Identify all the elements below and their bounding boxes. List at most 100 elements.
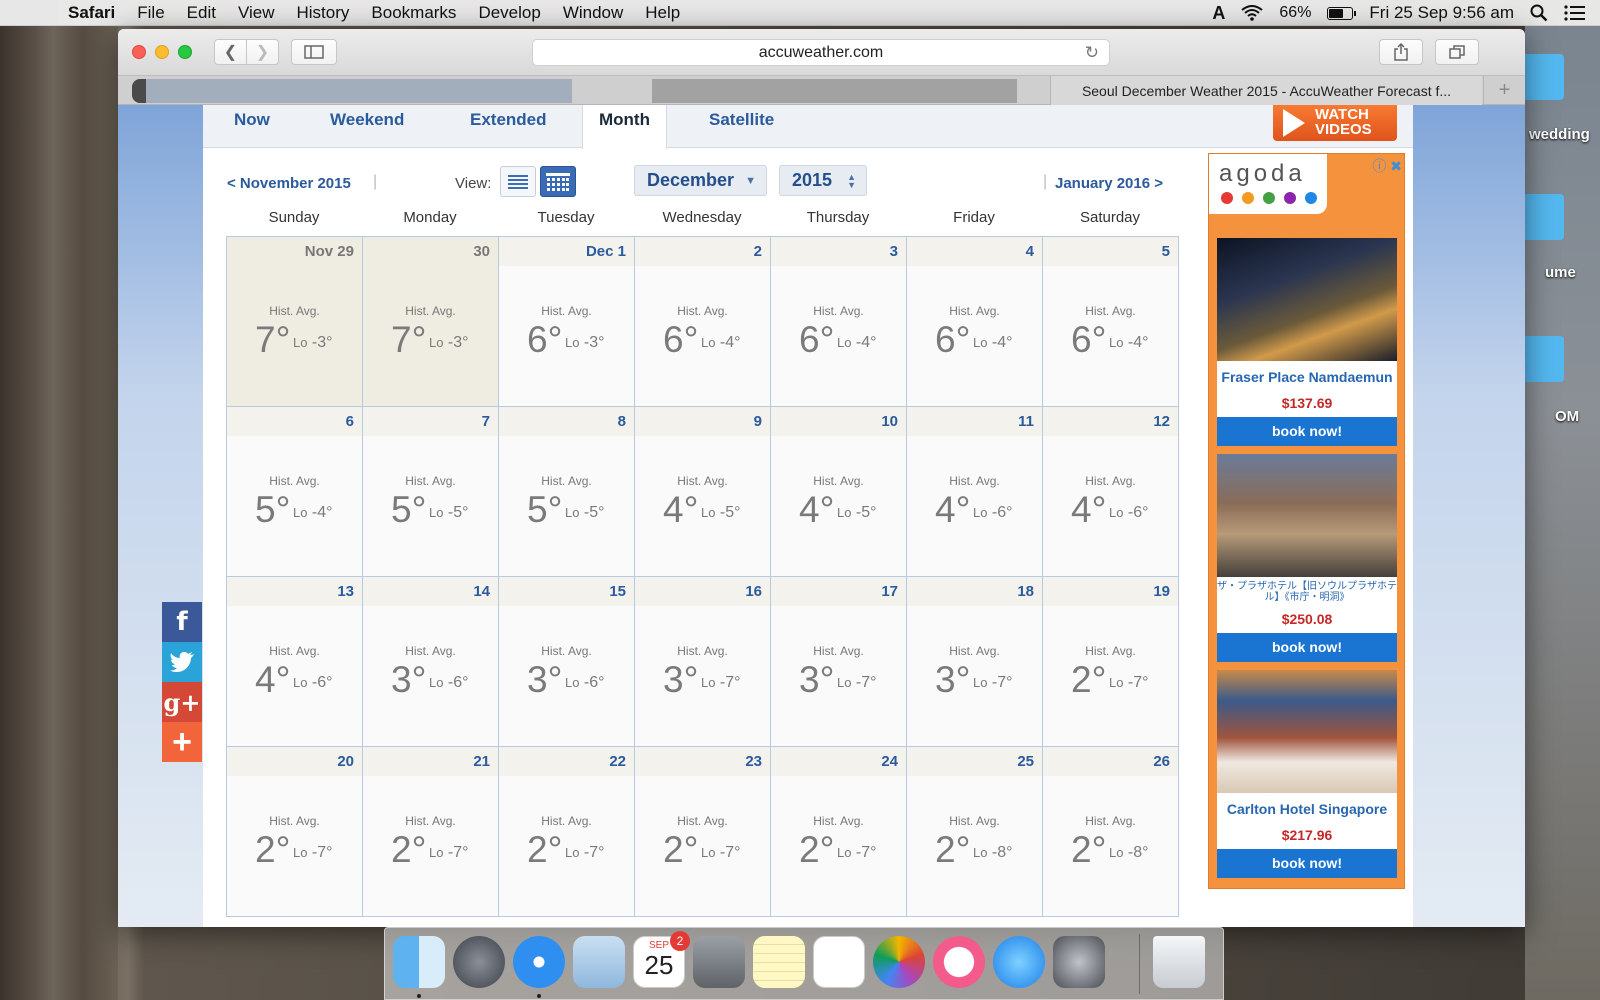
tab-overview-button[interactable] (1435, 39, 1479, 65)
close-window-button[interactable] (132, 45, 146, 59)
calendar-day-cell[interactable]: 25 Hist. Avg. 2° Lo -8° (907, 747, 1043, 917)
more-share-button[interactable]: + (162, 722, 202, 762)
calendar-day-cell[interactable]: 5 Hist. Avg. 6° Lo -4° (1043, 237, 1179, 407)
launchpad-icon[interactable] (453, 936, 505, 988)
forward-button[interactable]: ❯ (246, 39, 279, 65)
tab-extended[interactable]: Extended (470, 105, 547, 148)
battery-percent[interactable]: 66% (1279, 4, 1311, 22)
menu-window[interactable]: Window (563, 3, 623, 23)
calendar-day-cell[interactable]: 12 Hist. Avg. 4° Lo -6° (1043, 407, 1179, 577)
calendar-day-cell[interactable]: Nov 29 Hist. Avg. 7° Lo -3° (227, 237, 363, 407)
calendar-day-cell[interactable]: 22 Hist. Avg. 2° Lo -7° (499, 747, 635, 917)
calendar-day-cell[interactable]: Dec 1 Hist. Avg. 6° Lo -3° (499, 237, 635, 407)
battery-icon[interactable] (1327, 6, 1357, 20)
hotel-name[interactable]: Fraser Place Namdaemun (1217, 361, 1397, 393)
calendar-view-button[interactable] (540, 166, 576, 197)
google-plus-share-button[interactable]: g+ (162, 682, 202, 722)
notification-center-icon[interactable] (1564, 5, 1586, 21)
address-bar[interactable]: accuweather.com ↻ (532, 39, 1110, 66)
month-select[interactable]: December ▼ (634, 165, 767, 196)
menu-develop[interactable]: Develop (478, 3, 540, 23)
menu-bookmarks[interactable]: Bookmarks (371, 3, 456, 23)
menu-help[interactable]: Help (645, 3, 680, 23)
calendar-day-cell[interactable]: 9 Hist. Avg. 4° Lo -5° (635, 407, 771, 577)
hotel-image[interactable] (1217, 670, 1397, 793)
book-now-button[interactable]: book now! (1217, 417, 1397, 446)
share-button[interactable] (1379, 39, 1423, 65)
calendar-day-cell[interactable]: 7 Hist. Avg. 5° Lo -5° (363, 407, 499, 577)
calculator-icon[interactable] (693, 936, 745, 988)
calendar-day-cell[interactable]: 10 Hist. Avg. 4° Lo -5° (771, 407, 907, 577)
notes-icon[interactable] (753, 936, 805, 988)
next-month-link[interactable]: January 2016 > (1055, 175, 1163, 192)
watch-videos-button[interactable]: WATCH VIDEOS (1273, 105, 1397, 141)
calendar-day-cell[interactable]: 18 Hist. Avg. 3° Lo -7° (907, 577, 1043, 747)
menu-file[interactable]: File (137, 3, 164, 23)
hotel-card[interactable]: Fraser Place Namdaemun $137.69 book now! (1217, 238, 1397, 446)
year-select[interactable]: 2015 ▲ ▼ (779, 165, 867, 196)
reminders-icon[interactable] (813, 936, 865, 988)
sidebar-toggle-button[interactable] (291, 39, 337, 65)
tab-now[interactable]: Now (234, 105, 270, 148)
calendar-day-cell[interactable]: 16 Hist. Avg. 3° Lo -7° (635, 577, 771, 747)
wifi-icon[interactable] (1241, 5, 1264, 21)
calendar-day-cell[interactable]: 2 Hist. Avg. 6° Lo -4° (635, 237, 771, 407)
menu-history[interactable]: History (297, 3, 350, 23)
calendar-day-cell[interactable]: 6 Hist. Avg. 5° Lo -4° (227, 407, 363, 577)
hotel-image[interactable] (1217, 238, 1397, 361)
calendar-day-cell[interactable]: 20 Hist. Avg. 2° Lo -7° (227, 747, 363, 917)
calendar-day-cell[interactable]: 21 Hist. Avg. 2° Lo -7° (363, 747, 499, 917)
minimize-window-button[interactable] (155, 45, 169, 59)
calendar-day-cell[interactable]: 17 Hist. Avg. 3° Lo -7° (771, 577, 907, 747)
hotel-name[interactable]: ザ・プラザホテル【旧ソウルプラザホテル】《市庁・明洞》 (1217, 577, 1397, 609)
mail-icon[interactable] (573, 936, 625, 988)
hotel-card[interactable]: Carlton Hotel Singapore $217.96 book now… (1217, 670, 1397, 878)
back-button[interactable]: ❮ (214, 39, 247, 65)
calendar-app-icon[interactable]: SEP 25 2 (633, 931, 690, 988)
safari-icon[interactable] (513, 936, 565, 988)
calendar-day-cell[interactable]: 24 Hist. Avg. 2° Lo -7° (771, 747, 907, 917)
menu-view[interactable]: View (238, 3, 275, 23)
spotlight-search-icon[interactable] (1530, 4, 1548, 22)
agoda-ad[interactable]: agoda ⓘ ✖ Fraser Place Namdaemun $137.69… (1208, 153, 1405, 889)
prev-month-link[interactable]: < November 2015 (227, 175, 351, 192)
facebook-share-button[interactable]: f (162, 602, 202, 642)
finder-icon[interactable] (393, 936, 445, 988)
calendar-day-cell[interactable]: 15 Hist. Avg. 3° Lo -6° (499, 577, 635, 747)
app-store-icon[interactable] (993, 936, 1045, 988)
calendar-day-cell[interactable]: 19 Hist. Avg. 2° Lo -7° (1043, 577, 1179, 747)
reload-icon[interactable]: ↻ (1085, 43, 1099, 63)
tab-satellite[interactable]: Satellite (709, 105, 774, 148)
hotel-image[interactable] (1217, 454, 1397, 577)
book-now-button[interactable]: book now! (1217, 633, 1397, 662)
background-tabs-blurred[interactable] (132, 79, 1032, 103)
list-view-button[interactable] (500, 166, 536, 197)
twitter-share-button[interactable] (162, 642, 202, 682)
itunes-icon[interactable] (933, 936, 985, 988)
hotel-name[interactable]: Carlton Hotel Singapore (1217, 793, 1397, 825)
calendar-day-cell[interactable]: 8 Hist. Avg. 5° Lo -5° (499, 407, 635, 577)
menu-edit[interactable]: Edit (187, 3, 216, 23)
new-tab-button[interactable]: + (1483, 76, 1525, 105)
agoda-logo[interactable]: agoda (1209, 154, 1327, 214)
zoom-window-button[interactable] (178, 45, 192, 59)
hotel-card[interactable]: ザ・プラザホテル【旧ソウルプラザホテル】《市庁・明洞》 $250.08 book… (1217, 454, 1397, 662)
calendar-day-cell[interactable]: 11 Hist. Avg. 4° Lo -6° (907, 407, 1043, 577)
calendar-day-cell[interactable]: 4 Hist. Avg. 6° Lo -4° (907, 237, 1043, 407)
active-tab[interactable]: Seoul December Weather 2015 - AccuWeathe… (1050, 76, 1482, 105)
calendar-day-cell[interactable]: 3 Hist. Avg. 6° Lo -4° (771, 237, 907, 407)
tab-weekend[interactable]: Weekend (330, 105, 404, 148)
photos-icon[interactable] (873, 936, 925, 988)
calendar-day-cell[interactable]: 26 Hist. Avg. 2° Lo -8° (1043, 747, 1179, 917)
menu-app-name[interactable]: Safari (68, 3, 115, 23)
system-preferences-icon[interactable] (1053, 936, 1105, 988)
trash-icon[interactable] (1153, 936, 1205, 988)
calendar-day-cell[interactable]: 13 Hist. Avg. 4° Lo -6° (227, 577, 363, 747)
clock[interactable]: Fri 25 Sep 9:56 am (1369, 3, 1514, 23)
calendar-day-cell[interactable]: 23 Hist. Avg. 2° Lo -7° (635, 747, 771, 917)
calendar-day-cell[interactable]: 14 Hist. Avg. 3° Lo -6° (363, 577, 499, 747)
ad-info-close-icon[interactable]: ⓘ ✖ (1372, 156, 1402, 176)
book-now-button[interactable]: book now! (1217, 849, 1397, 878)
calendar-day-cell[interactable]: 30 Hist. Avg. 7° Lo -3° (363, 237, 499, 407)
adobe-icon[interactable]: A (1212, 3, 1225, 24)
